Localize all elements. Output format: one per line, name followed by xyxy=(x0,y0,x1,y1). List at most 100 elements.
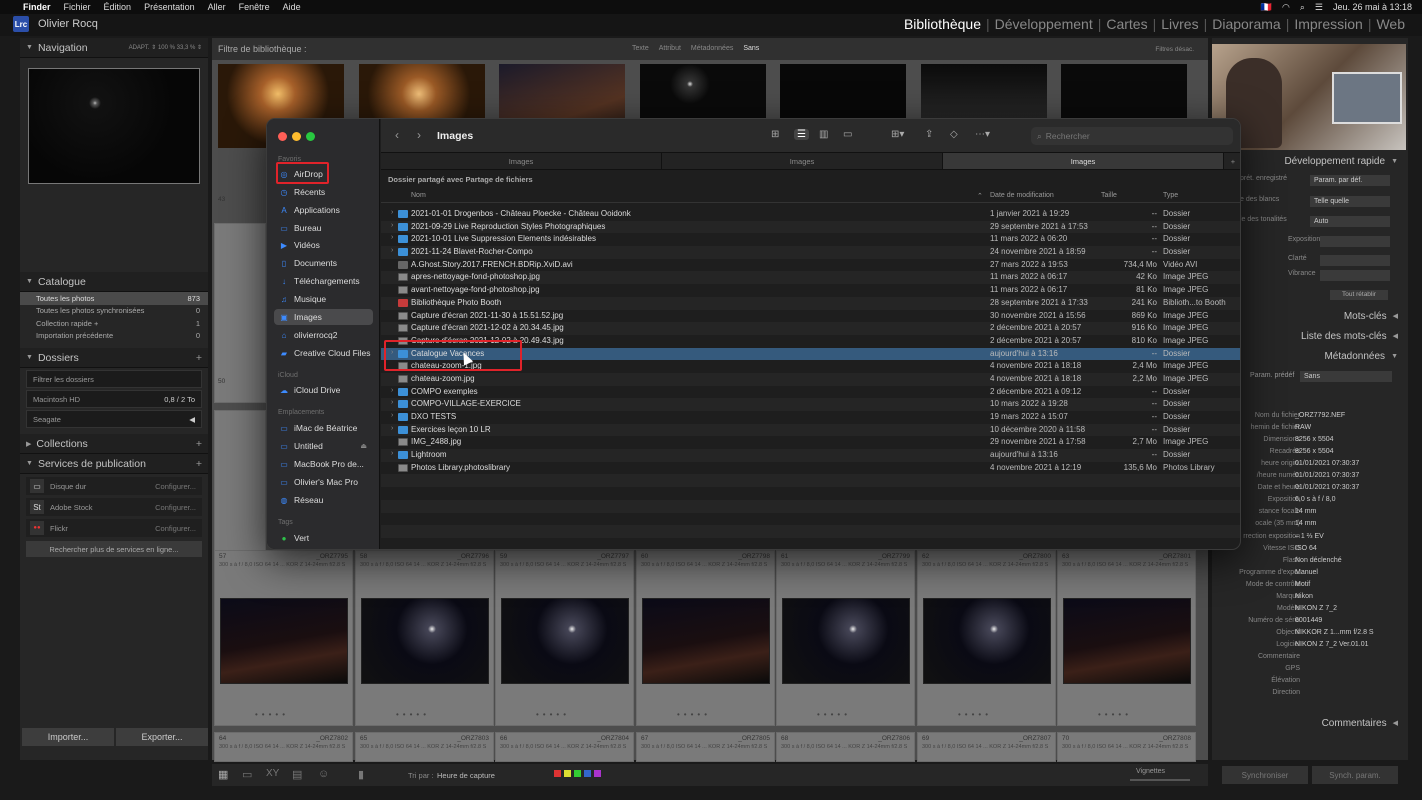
grid-cell[interactable]: 63 _ORZ7801 300 s à f / 8,0 ISO 64 14 ... … xyxy=(1057,550,1196,726)
export-button[interactable]: Exporter... xyxy=(116,728,208,746)
cell-rating-dots[interactable]: ••••• xyxy=(536,710,570,719)
metadata-value[interactable]: RAW xyxy=(1295,424,1311,431)
minimize-window-button[interactable] xyxy=(292,132,301,141)
eject-icon[interactable]: ⏏ xyxy=(360,442,367,450)
tab-images-2[interactable]: Images xyxy=(662,153,943,169)
grid-cell[interactable]: 66 _ORZ7804 300 s à f / 8,0 ISO 64 14 ... … xyxy=(495,732,634,762)
column-kind[interactable]: Type xyxy=(1163,192,1178,199)
file-row[interactable]: Capture d'écran 2021-12-02 à 20.34.45.jp… xyxy=(381,322,1240,335)
close-window-button[interactable] xyxy=(278,132,287,141)
forward-button[interactable]: › xyxy=(417,128,421,142)
sidebar-item-vid-os[interactable]: ▶ Vidéos xyxy=(274,237,373,253)
filters-off[interactable]: Filtres désac. xyxy=(1155,46,1194,53)
filter-tab-text[interactable]: Texte xyxy=(632,45,649,52)
quick-develop-row[interactable]: e des blancs Telle quelle xyxy=(1212,196,1408,210)
grid-cell[interactable]: 58 _ORZ7796 300 s à f / 8,0 ISO 64 14 ... … xyxy=(355,550,494,726)
menu-fichier[interactable]: Fichier xyxy=(64,2,91,12)
disk-seagate[interactable]: Seagate ◀ xyxy=(26,410,202,428)
metadata-header[interactable]: Métadonnées ▼ xyxy=(1212,347,1408,365)
catalogue-item[interactable]: Toutes les photos 873 xyxy=(20,292,208,305)
metadata-value[interactable]: 14 mm xyxy=(1295,508,1316,515)
add-collection-icon[interactable]: + xyxy=(196,438,202,450)
file-row[interactable]: apres-nettoyage-fond-photoshop.jpg 11 mar… xyxy=(381,271,1240,285)
catalogue-item[interactable]: Importation précédente 0 xyxy=(20,330,208,343)
list-view-icon[interactable]: ☰ xyxy=(794,129,809,140)
sidebar-item-bureau[interactable]: ▭ Bureau xyxy=(274,220,373,236)
cell-rating-dots[interactable]: ••••• xyxy=(677,710,711,719)
tag-icon[interactable]: ◇ xyxy=(950,129,958,140)
metadata-value[interactable]: NIKON Z 7_2 Ver.01.01 xyxy=(1295,641,1369,648)
quick-develop-row[interactable]: Vibrance xyxy=(1212,270,1408,284)
file-row[interactable]: › 2021-01-01 Drogenbos - Château Ploecke … xyxy=(381,208,1240,221)
sync-settings-button[interactable]: Synch. param. xyxy=(1312,766,1398,784)
metadata-value[interactable]: 8256 x 5504 xyxy=(1295,436,1334,443)
add-service-icon[interactable]: + xyxy=(196,458,202,470)
service-hard-disk[interactable]: ▭ Disque dur Configurer... xyxy=(26,477,202,495)
survey-view-icon[interactable]: ▤ xyxy=(292,768,302,781)
quick-develop-row[interactable]: Clarté xyxy=(1212,255,1408,269)
cell-rating-dots[interactable]: ••••• xyxy=(396,710,430,719)
module-cartes[interactable]: Cartes xyxy=(1101,16,1152,32)
file-row[interactable]: A.Ghost.Story.2017.FRENCH.BDRip.XviD.avi… xyxy=(381,259,1240,272)
service-adobe-stock[interactable]: St Adobe Stock Configurer... xyxy=(26,498,202,516)
metadata-value[interactable]: 8256 x 5504 xyxy=(1295,448,1334,455)
tab-images-1[interactable]: Images xyxy=(381,153,662,169)
sidebar-item-t-l-chargements[interactable]: ↓ Téléchargements xyxy=(274,273,373,289)
disclosure-chevron-icon[interactable]: › xyxy=(391,399,393,406)
sidebar-item-macbook-pro-de-[interactable]: ▭ MacBook Pro de... xyxy=(274,456,373,472)
services-header[interactable]: ▼ Services de publication + xyxy=(20,454,208,474)
metadata-value[interactable]: _ORZ7792.NEF xyxy=(1295,412,1345,419)
menu-app[interactable]: Finder xyxy=(23,2,51,12)
sidebar-item-untitled[interactable]: ▭ Untitled ⏏ xyxy=(274,438,373,454)
search-icon[interactable]: ⌕ xyxy=(1300,2,1305,13)
metadata-value[interactable]: 01/01/2021 07:30:37 xyxy=(1295,460,1359,467)
catalogue-item[interactable]: Collection rapide + 1 xyxy=(20,317,208,330)
quick-develop-row[interactable]: le des tonalités Auto xyxy=(1212,216,1408,230)
compare-view-icon[interactable]: XY xyxy=(266,768,279,779)
sidebar-item-creative-cloud-files[interactable]: ▰ Creative Cloud Files xyxy=(274,345,373,361)
sidebar-item-r-seau[interactable]: ◍ Réseau xyxy=(274,492,373,508)
dossiers-header[interactable]: ▼ Dossiers + xyxy=(20,348,208,368)
photo-thumbnail[interactable] xyxy=(643,599,769,683)
filter-tab-metadata[interactable]: Métadonnées xyxy=(691,45,733,52)
column-date[interactable]: Date de modification xyxy=(990,192,1054,199)
configure-link[interactable]: Configurer... xyxy=(155,503,196,512)
configure-link[interactable]: Configurer... xyxy=(155,524,196,533)
file-row[interactable]: › DXO TESTS 19 mars 2022 à 15:07 -- Dossier xyxy=(381,411,1240,424)
file-row[interactable]: › Exercices leçon 10 LR 10 décembre 2020 à… xyxy=(381,423,1240,437)
metadata-value[interactable]: NIKKOR Z 1...mm f/2.8 S xyxy=(1295,629,1374,636)
grid-cell[interactable] xyxy=(214,223,266,403)
color-label-red[interactable] xyxy=(554,770,561,777)
grid-cell[interactable]: 61 _ORZ7799 300 s à f / 8,0 ISO 64 14 ... … xyxy=(776,550,915,726)
color-label-yellow[interactable] xyxy=(564,770,571,777)
filter-tab-none[interactable]: Sans xyxy=(743,45,759,52)
disclosure-chevron-icon[interactable]: › xyxy=(391,450,393,457)
metadata-value[interactable]: Non déclenché xyxy=(1295,557,1342,564)
grid-cell[interactable]: 70 _ORZ7808 300 s à f / 8,0 ISO 64 14 ... … xyxy=(1057,732,1196,762)
thumbnail-size-slider[interactable] xyxy=(1130,779,1190,781)
collections-header[interactable]: ▶ Collections + xyxy=(20,434,208,454)
file-row[interactable]: Bibliothèque Photo Booth 28 septembre 202… xyxy=(381,296,1240,310)
file-row[interactable]: avant-nettoyage-fond-photoshop.jpg 11 mar… xyxy=(381,284,1240,297)
grid-cell[interactable]: 65 _ORZ7803 300 s à f / 8,0 ISO 64 14 ... … xyxy=(355,732,494,762)
photo-thumbnail[interactable] xyxy=(221,599,347,683)
search-field[interactable]: ⌕ Rechercher xyxy=(1031,127,1233,145)
grid-cell[interactable]: 62 _ORZ7800 300 s à f / 8,0 ISO 64 14 ... … xyxy=(917,550,1056,726)
quick-develop-row[interactable]: prét. enregistré Param. par déf. xyxy=(1212,175,1408,189)
icon-view-icon[interactable]: ⊞ xyxy=(771,129,779,140)
catalogue-item[interactable]: Toutes les photos synchronisées 0 xyxy=(20,305,208,318)
color-label-blue[interactable] xyxy=(584,770,591,777)
grid-cell[interactable]: 69 _ORZ7807 300 s à f / 8,0 ISO 64 14 ... … xyxy=(917,732,1056,762)
zoom-window-button[interactable] xyxy=(306,132,315,141)
navigation-header[interactable]: ▼ Navigation ADAPT. ⇕ 100 % 33,3 % ⇕ xyxy=(20,38,208,58)
sidebar-item-olivier-s-mac-pro[interactable]: ▭ Olivier's Mac Pro xyxy=(274,474,373,490)
cell-rating-dots[interactable]: ••••• xyxy=(1098,710,1132,719)
file-row[interactable]: IMG_2488.jpg 29 novembre 2021 à 17:58 2,7 … xyxy=(381,436,1240,449)
cell-rating-dots[interactable]: ••••• xyxy=(958,710,992,719)
service-flickr[interactable]: ●● Flickr Configurer... xyxy=(26,519,202,537)
configure-link[interactable]: Configurer... xyxy=(155,482,196,491)
disclosure-chevron-icon[interactable]: › xyxy=(391,234,393,241)
quick-develop-value[interactable]: Param. par déf. xyxy=(1310,175,1390,186)
photo-thumbnail[interactable] xyxy=(502,599,628,683)
metadata-value[interactable]: 6,0 s à f / 8,0 xyxy=(1295,496,1335,503)
